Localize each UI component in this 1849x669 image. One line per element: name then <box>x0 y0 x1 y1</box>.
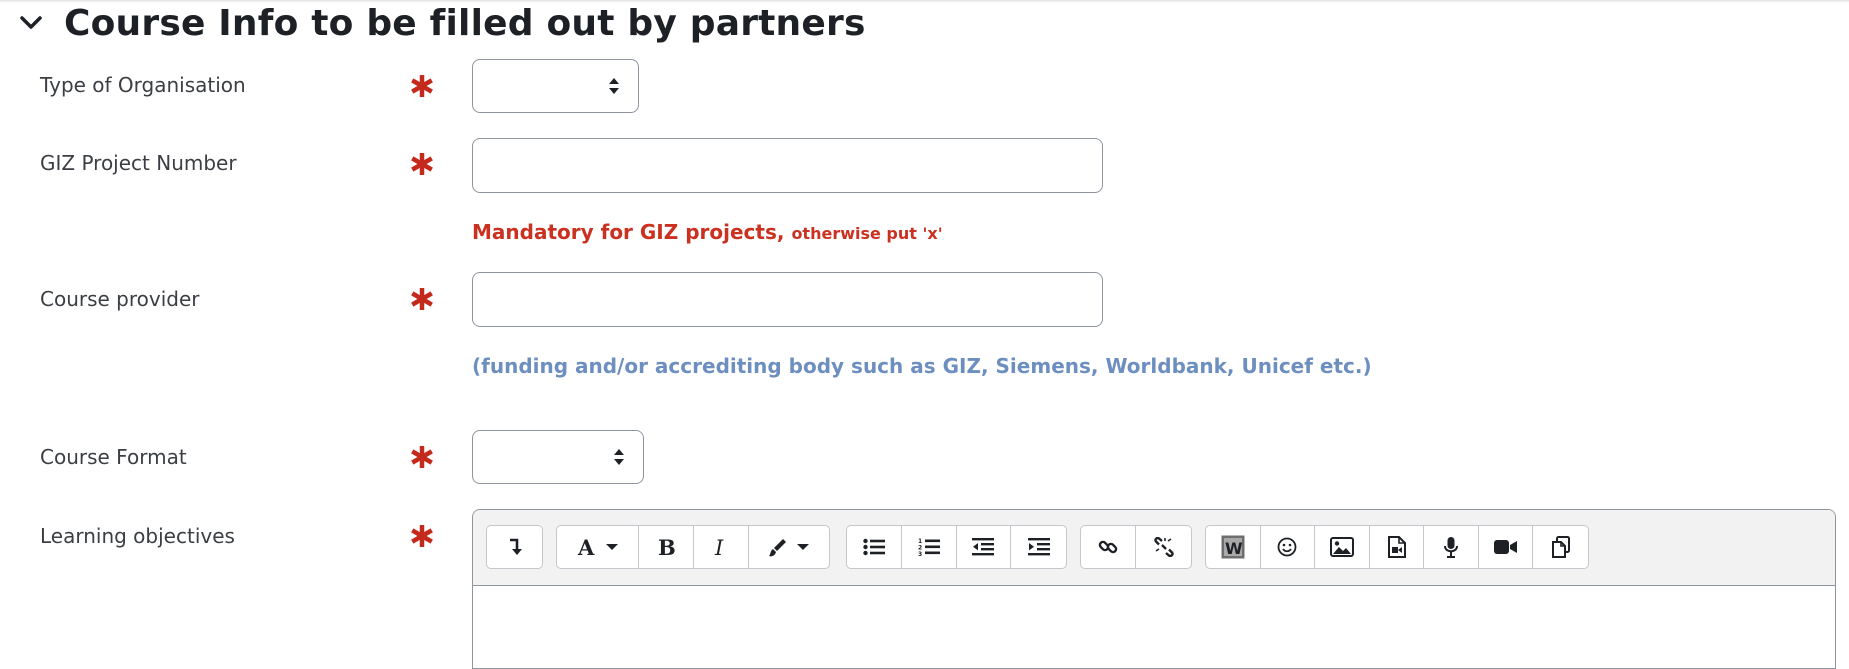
media-icon <box>1387 536 1407 558</box>
italic-icon: I <box>713 536 729 558</box>
unlink-icon <box>1153 537 1174 557</box>
word-import-button[interactable]: W <box>1206 526 1261 568</box>
image-icon <box>1329 537 1354 557</box>
giz-project-number-label: GIZ Project Number <box>40 151 237 175</box>
type-of-organisation-label: Type of Organisation <box>40 73 246 97</box>
svg-text:B: B <box>658 536 676 558</box>
required-icon <box>411 524 435 549</box>
course-provider-input[interactable] <box>472 272 1103 327</box>
toolbar-group-insert: W <box>1205 525 1589 569</box>
bold-button[interactable]: B <box>639 526 694 568</box>
manage-files-button[interactable] <box>1533 526 1588 568</box>
giz-project-number-hint: Mandatory for GIZ projects, otherwise pu… <box>472 220 943 244</box>
font-family-button[interactable]: A <box>557 526 639 568</box>
learning-objectives-label: Learning objectives <box>40 524 235 548</box>
course-provider-label: Course provider <box>40 287 200 311</box>
media-button[interactable] <box>1370 526 1425 568</box>
svg-text:I: I <box>714 536 724 558</box>
emoji-button[interactable] <box>1261 526 1316 568</box>
svg-text:3: 3 <box>918 551 922 557</box>
course-format-label: Course Format <box>40 445 187 469</box>
outdent-icon <box>972 538 995 556</box>
unordered-list-icon <box>863 538 885 556</box>
section-header[interactable]: Course Info to be filled out by partners <box>18 2 866 44</box>
font-color-icon <box>767 536 811 558</box>
toolbar-group-links <box>1080 525 1192 569</box>
indent-icon <box>1027 538 1050 556</box>
record-audio-icon <box>1443 536 1459 558</box>
course-format-select[interactable] <box>472 430 644 484</box>
bold-icon: B <box>656 536 676 558</box>
unordered-list-button[interactable] <box>847 526 902 568</box>
ordered-list-button[interactable]: 123 <box>902 526 957 568</box>
svg-text:W: W <box>1225 539 1243 558</box>
giz-project-number-input[interactable] <box>472 138 1103 193</box>
giz-hint-main: Mandatory for GIZ projects, <box>472 220 792 244</box>
image-button[interactable] <box>1315 526 1370 568</box>
chevron-down-icon[interactable] <box>18 10 44 36</box>
ordered-list-icon: 123 <box>918 537 940 557</box>
select-arrows-icon <box>613 447 625 467</box>
outdent-button[interactable] <box>957 526 1012 568</box>
section-title: Course Info to be filled out by partners <box>64 2 866 44</box>
show-more-button[interactable] <box>487 526 542 568</box>
select-arrows-icon <box>608 76 620 96</box>
type-of-organisation-select[interactable] <box>472 59 639 113</box>
required-icon <box>411 287 435 312</box>
show-more-icon <box>506 537 524 557</box>
unlink-button[interactable] <box>1136 526 1191 568</box>
emoji-icon <box>1277 537 1297 557</box>
course-provider-hint: (funding and/or accrediting body such as… <box>472 354 1372 378</box>
learning-objectives-editor[interactable]: A B I 1 2 3 W <box>472 509 1836 669</box>
record-audio-button[interactable] <box>1424 526 1479 568</box>
required-icon <box>411 152 435 177</box>
required-icon <box>411 74 435 99</box>
editor-toolbar: A B I 1 2 3 W <box>473 510 1835 586</box>
toolbar-group-format: A B I <box>556 525 830 569</box>
font-color-button[interactable] <box>749 526 828 568</box>
record-video-icon <box>1493 539 1518 555</box>
toolbar-group-lists: 123 <box>846 525 1067 569</box>
link-button[interactable] <box>1081 526 1136 568</box>
required-icon <box>411 445 435 470</box>
italic-button[interactable]: I <box>694 526 749 568</box>
toolbar-group-collapse <box>486 525 543 569</box>
giz-hint-small: otherwise put 'x' <box>791 224 943 243</box>
link-icon <box>1098 537 1118 557</box>
manage-files-icon <box>1550 536 1572 558</box>
font-family-icon: A <box>576 536 620 558</box>
svg-text:A: A <box>577 536 595 558</box>
word-import-icon: W <box>1221 535 1245 559</box>
indent-button[interactable] <box>1011 526 1066 568</box>
record-video-button[interactable] <box>1479 526 1534 568</box>
